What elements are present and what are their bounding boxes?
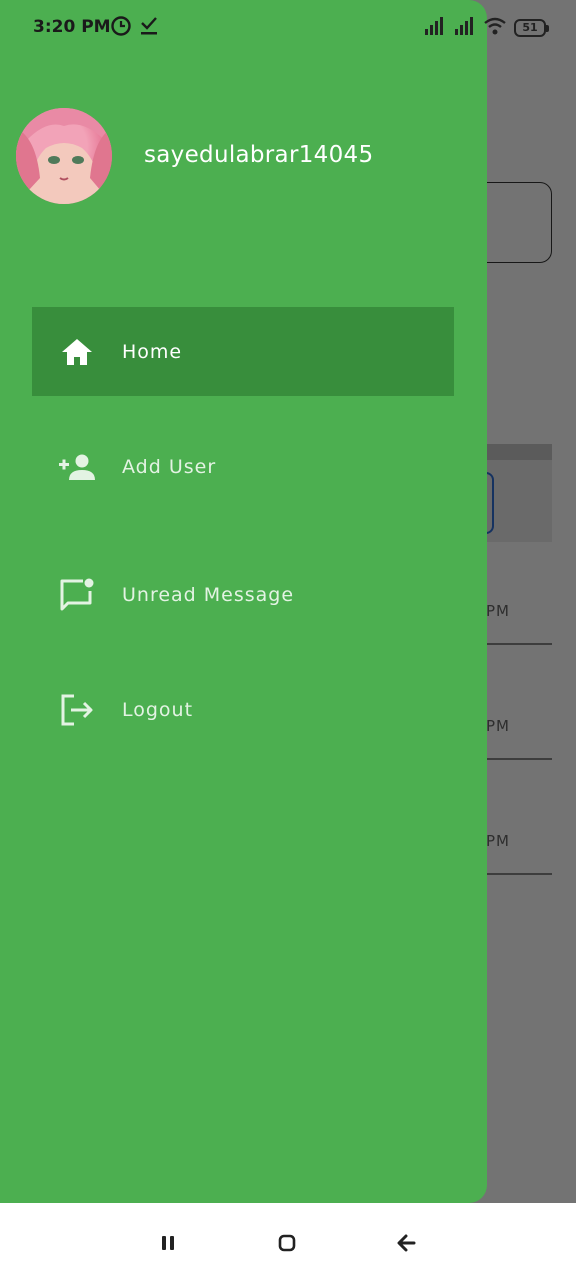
battery-icon: 51 [514,19,549,37]
signal-icon [424,16,446,40]
recents-icon[interactable] [153,1231,183,1255]
menu-item-label: Unread Message [122,583,295,606]
status-right-group: 51 [424,16,549,40]
username: sayedulabrar14045 [144,142,374,168]
menu-item-logout[interactable]: Logout [32,665,454,754]
download-check-icon [140,15,158,41]
signal-icon [454,16,476,40]
wifi-icon [484,16,506,40]
avatar[interactable] [16,108,112,204]
alarm-clock-icon [110,15,132,41]
home-icon [32,338,122,366]
add-user-icon [32,453,122,481]
menu-item-label: Home [122,340,183,363]
screen: PM PM PM sayedulabrar14045 [0,0,576,1280]
menu-item-home[interactable]: Home [32,307,454,396]
system-nav-bar [0,1203,576,1280]
unread-message-icon [32,578,122,612]
menu-item-unread-message[interactable]: Unread Message [32,550,454,639]
status-time: 3:20 PM [33,17,111,37]
menu-item-label: Logout [122,698,194,721]
avatar-illustration-icon [16,108,112,204]
navigation-drawer: sayedulabrar14045 Home Add User Unread M… [0,0,487,1203]
menu-item-label: Add User [122,455,217,478]
menu-item-add-user[interactable]: Add User [32,422,454,511]
home-circle-icon[interactable] [272,1231,302,1255]
status-bar: 3:20 PM 51 [0,0,576,56]
logout-icon [32,694,122,726]
back-arrow-icon[interactable] [391,1231,421,1255]
